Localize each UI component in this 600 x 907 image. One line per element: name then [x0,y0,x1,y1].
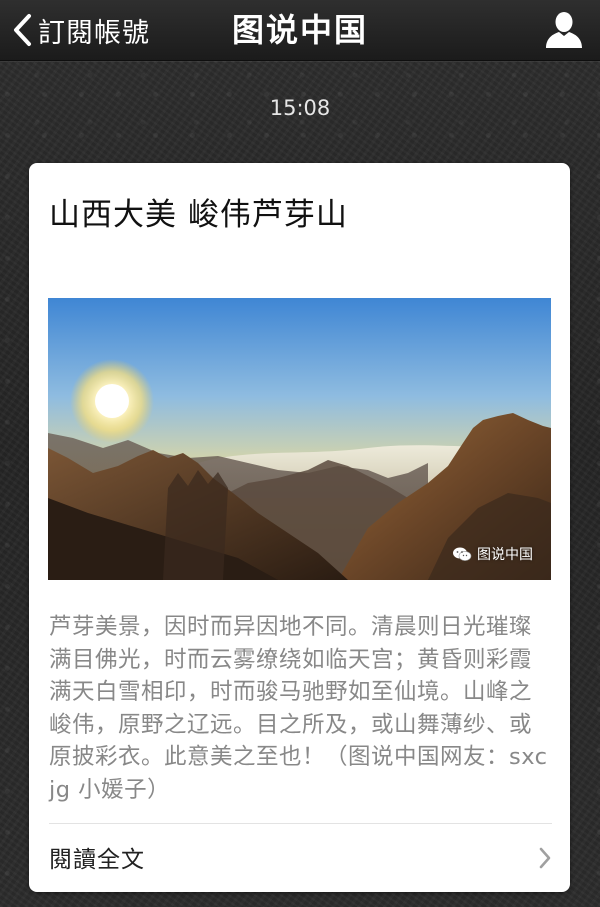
chat-screen: 訂閱帳號 图说中国 15:08 山西大美 峻伟芦芽山 图说中国 芦芽美景，因时而… [0,0,600,907]
chevron-right-icon [539,847,551,869]
read-more-label: 閱讀全文 [49,847,145,873]
article-card[interactable]: 山西大美 峻伟芦芽山 图说中国 芦芽美景，因时而异因地不同。清晨则日光璀璨满目佛… [29,163,570,892]
article-summary: 芦芽美景，因时而异因地不同。清晨则日光璀璨满目佛光，时而云雾缭绕如临天宫；黄昏则… [49,614,548,803]
profile-button[interactable] [542,10,586,52]
read-full-article-button[interactable]: 閱讀全文 [29,824,570,892]
page-title: 图说中国 [231,11,368,49]
article-cover-image[interactable]: 图说中国 [48,298,551,580]
mountain-sunrise-photo [48,298,551,580]
watermark-text: 图说中国 [477,547,533,563]
article-title[interactable]: 山西大美 峻伟芦芽山 [49,189,550,234]
wechat-icon [453,547,472,561]
navigation-bar: 訂閱帳號 图说中国 [0,0,600,61]
person-icon [546,12,582,48]
cover-watermark: 图说中国 [452,544,533,564]
message-timestamp: 15:08 [269,96,331,120]
